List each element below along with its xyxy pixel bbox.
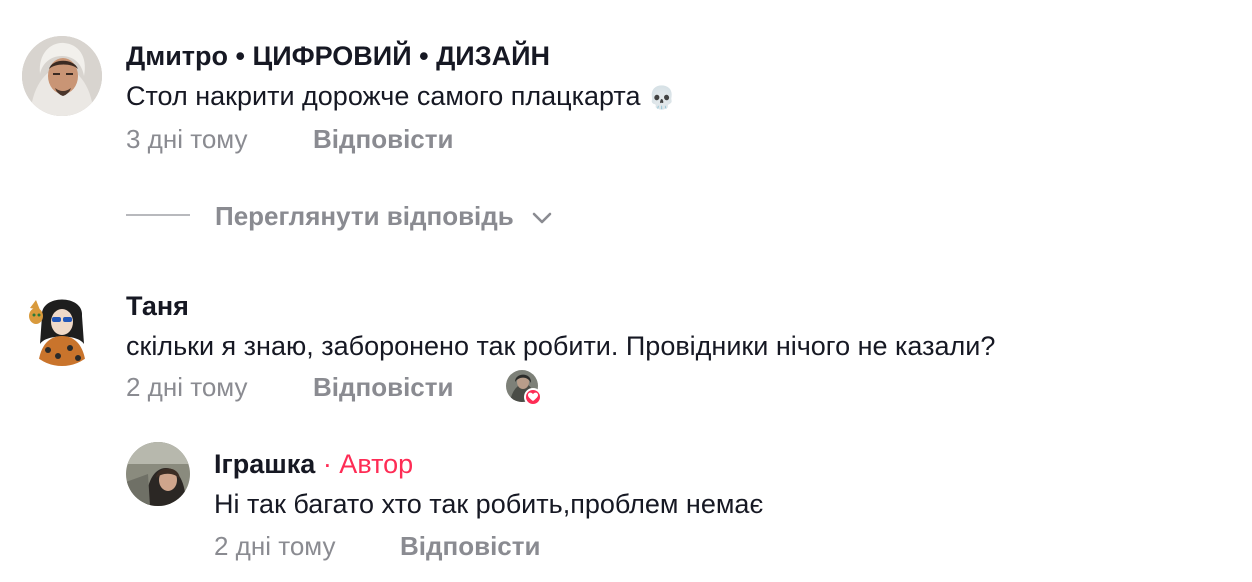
comment-author[interactable]: Таня — [126, 290, 189, 322]
avatar-image — [126, 442, 190, 506]
reply-button[interactable]: Відповісти — [400, 530, 540, 562]
avatar[interactable] — [22, 286, 102, 366]
view-replies-button[interactable]: Переглянути відповідь — [215, 200, 553, 232]
reply-author-line: Іграшка · Автор — [214, 448, 413, 480]
view-replies-label: Переглянути відповідь — [215, 201, 514, 231]
comment-text-content: Стол накрити дорожче самого плацкарта — [126, 81, 641, 111]
reply-author[interactable]: Іграшка — [214, 449, 315, 479]
reply-timestamp: 2 дні тому — [214, 531, 336, 561]
reply-item: Іграшка · Автор Ні так багато хто так ро… — [0, 430, 1252, 580]
comment-timestamp: 3 дні тому — [126, 124, 248, 154]
avatar-image — [22, 36, 102, 116]
chevron-down-icon — [532, 212, 552, 224]
reply-button[interactable]: Відповісти — [313, 123, 453, 155]
avatar[interactable] — [126, 442, 190, 506]
avatar-image — [22, 286, 102, 366]
reply-text: Ні так багато хто так робить,проблем нем… — [214, 489, 764, 519]
author-badge: · Автор — [322, 449, 414, 479]
skull-emoji: 💀 — [648, 85, 676, 110]
comment-author[interactable]: Дмитро • ЦИФРОВИЙ • ДИЗАЙН — [126, 40, 550, 72]
creator-liked-badge — [506, 370, 542, 406]
comment-timestamp: 2 дні тому — [126, 372, 248, 402]
comment-item: Таня скільки я знаю, заборонено так роби… — [0, 270, 1252, 420]
comment-item: Дмитро • ЦИФРОВИЙ • ДИЗАЙН Стол накрити … — [0, 0, 1252, 260]
replies-divider — [126, 214, 190, 216]
comment-text: скільки я знаю, заборонено так робити. П… — [126, 331, 996, 361]
heart-icon — [524, 388, 542, 406]
comment-text: Стол накрити дорожче самого плацкарта 💀 — [126, 80, 675, 114]
reply-button[interactable]: Відповісти — [313, 371, 453, 403]
avatar[interactable] — [22, 36, 102, 116]
